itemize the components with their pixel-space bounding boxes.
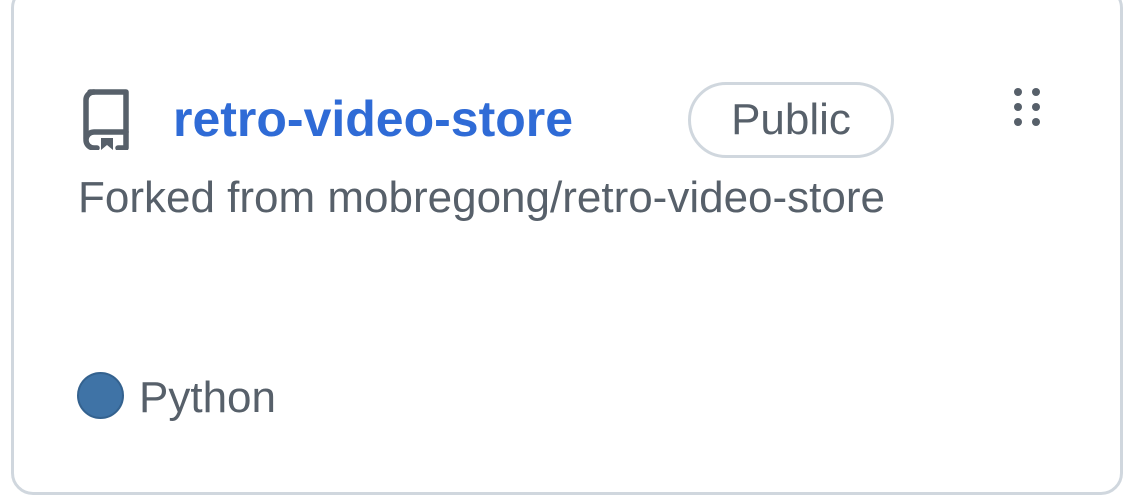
visibility-label: Public [731,95,851,144]
grabber-icon[interactable] [1010,84,1046,130]
forked-from-text: Forked from mobregong/retro-video-store [78,173,885,222]
language-color-dot [77,372,124,419]
repo-icon [83,89,129,150]
visibility-badge: Public [688,82,894,158]
language-name: Python [139,373,276,422]
repo-name-link[interactable]: retro-video-store [173,88,573,150]
